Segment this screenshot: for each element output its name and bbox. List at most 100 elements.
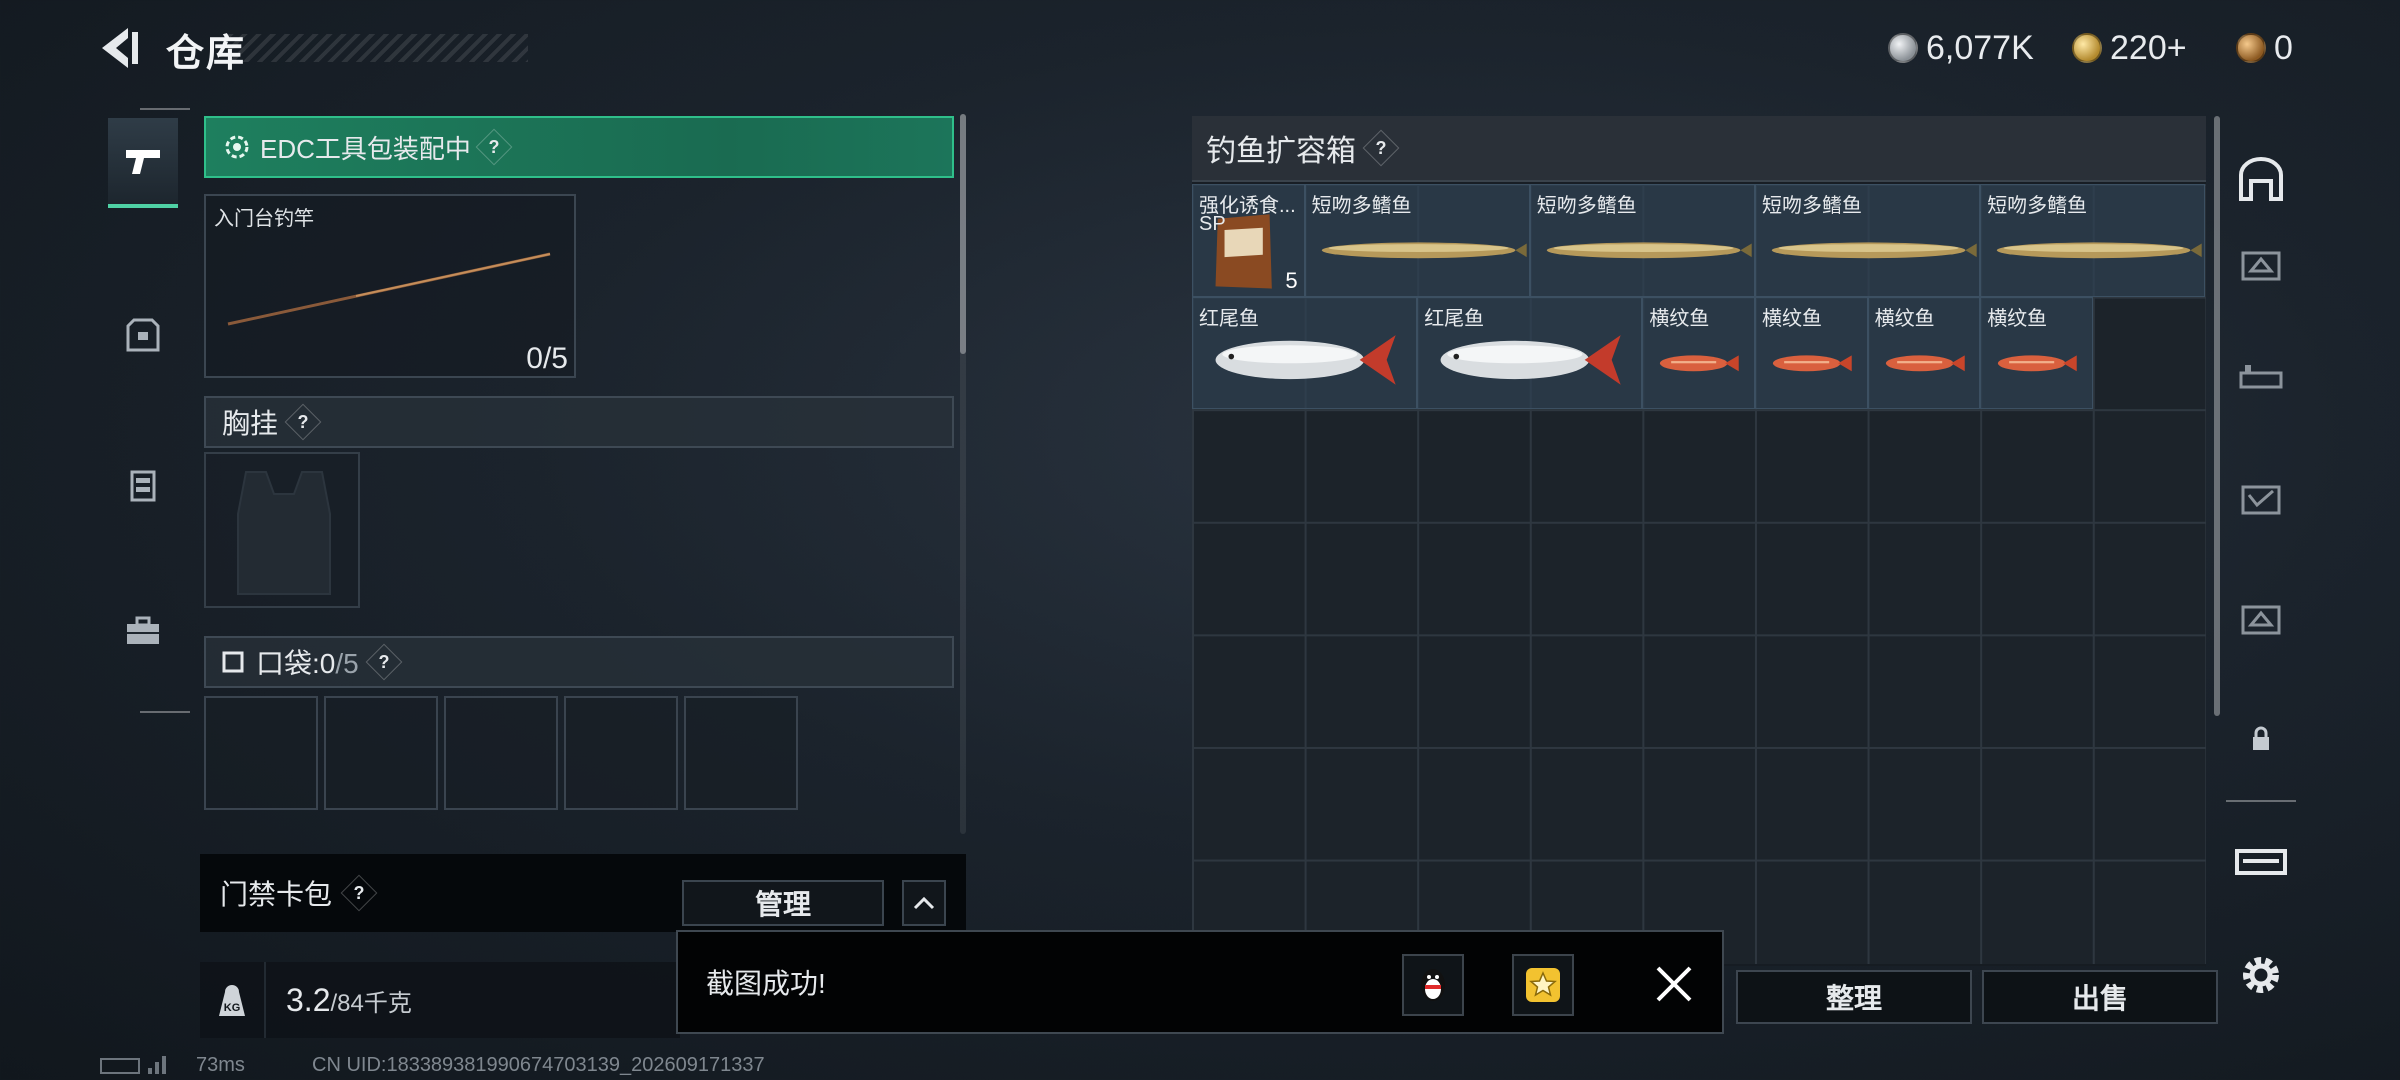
rail-keycard-tab[interactable] (2226, 816, 2296, 906)
currency-bronze-value: 0 (2274, 28, 2293, 67)
case-icon (2241, 605, 2281, 635)
warehouse-icon (2239, 157, 2283, 201)
back-button[interactable] (98, 24, 142, 72)
storage-item-name: 短吻多鳍鱼 (1762, 195, 1862, 217)
help-icon[interactable]: ? (475, 128, 513, 166)
storage-item-name: 横纹鱼 (1762, 307, 1822, 330)
storage-item[interactable]: 横纹鱼 (1980, 296, 2093, 410)
pocket-slot[interactable] (324, 696, 438, 810)
toast-close-button[interactable] (1650, 960, 1698, 1008)
bronze-coin-icon (2236, 33, 2266, 63)
storage-item[interactable]: 横纹鱼 (1755, 296, 1868, 410)
storage-item-name: 横纹鱼 (1987, 307, 2048, 330)
storage-item[interactable]: 短吻多鳍鱼 (1304, 184, 1530, 297)
manage-button[interactable]: 管理 (682, 880, 884, 926)
rail-case-tab-4[interactable] (2226, 574, 2296, 664)
edc-banner-label: EDC工具包装配中 (260, 133, 471, 164)
rail-case-tab-3[interactable] (2226, 454, 2296, 544)
storage-scrollbar[interactable] (2214, 116, 2220, 716)
weight-current: 3.2 (286, 981, 331, 1018)
page-title: 仓库 (166, 33, 247, 75)
nav-bag[interactable] (108, 586, 178, 676)
rod-durability: 0/5 (526, 342, 568, 375)
currency-bronze[interactable]: 0 (2236, 26, 2293, 70)
ping-text: 73ms (196, 1054, 245, 1076)
storage-item[interactable]: 短吻多鳍鱼 (1755, 184, 1981, 297)
settings-button[interactable] (2236, 950, 2286, 1000)
chest-rig-section: 胸挂 ? (204, 396, 954, 448)
weight-bar: KG 3.2/84千克 (200, 962, 680, 1038)
battery-icon (100, 1058, 140, 1074)
chest-rig-placeholder-icon (237, 471, 331, 595)
storage-item[interactable]: 短吻多鳍鱼 (1529, 184, 1755, 297)
close-icon (1656, 966, 1692, 1002)
help-icon[interactable]: ? (365, 643, 403, 681)
toast-message: 截图成功! (706, 968, 826, 999)
help-icon[interactable]: ? (284, 403, 322, 441)
star-icon (1526, 968, 1560, 1002)
rail-storage-tab[interactable] (2226, 134, 2296, 224)
signal-icon (146, 1052, 170, 1076)
currency-gold[interactable]: 220+ (2072, 26, 2187, 70)
nav-chest-rig[interactable] (108, 440, 178, 530)
armor-vest-icon (126, 318, 160, 352)
screenshot-toast: 截图成功! (676, 930, 1724, 1034)
gear-cluster-icon (225, 135, 249, 159)
pocket-slot[interactable] (444, 696, 558, 810)
storage-item-name: 横纹鱼 (1649, 307, 1710, 330)
help-icon[interactable]: ? (1362, 129, 1400, 167)
collapse-button[interactable] (902, 880, 946, 926)
gold-coin-icon (2072, 33, 2102, 63)
chest-rig-label: 胸挂 (222, 408, 279, 439)
currency-silver[interactable]: 6,077K (1888, 26, 2034, 70)
pocket-slot[interactable] (684, 696, 798, 810)
nav-weapons[interactable] (108, 118, 178, 208)
storage-item[interactable]: 红尾鱼 (1417, 296, 1643, 410)
rail-case-tab-1[interactable] (2226, 220, 2296, 310)
currency-silver-value: 6,077K (1926, 28, 2034, 67)
storage-header: 钓鱼扩容箱 ? (1192, 116, 2206, 182)
pocket-label: 口袋: (256, 648, 320, 679)
weight-kg-icon: KG (200, 962, 266, 1038)
storage-item[interactable]: 红尾鱼 (1192, 296, 1418, 410)
case-icon (2241, 251, 2281, 281)
title-decoration (228, 34, 528, 62)
storage-item-subtitle: SP (1199, 213, 1226, 235)
help-icon[interactable]: ? (340, 874, 378, 912)
storage-item-name: 横纹鱼 (1874, 307, 1935, 330)
storage-item[interactable]: 横纹鱼 (1642, 296, 1755, 410)
pocket-section: 口袋:0/5 ? (204, 636, 954, 688)
rail-case-tab-2[interactable] (2226, 334, 2296, 424)
chest-rig-slot[interactable] (204, 452, 360, 608)
keycard-label: 门禁卡包 (220, 879, 333, 910)
chevron-up-icon (913, 896, 935, 910)
pocket-capacity: /5 (335, 648, 359, 679)
sort-button[interactable]: 整理 (1736, 970, 1972, 1024)
uid-text: CN UID:1833893819906747031​39_2026091713… (312, 1054, 765, 1076)
gear-icon (2243, 957, 2279, 993)
nav-armor[interactable] (108, 290, 178, 380)
pocket-slot[interactable] (564, 696, 678, 810)
storage-item[interactable]: 强化诱食... SP 5 (1192, 184, 1305, 297)
storage-grid[interactable]: 强化诱食... SP 5 短吻多鳍鱼 短吻多鳍鱼 短吻多鳍鱼 短吻多鳍鱼 红尾鱼 红… (1192, 184, 2206, 964)
rail-locked-slot (2226, 694, 2296, 784)
storage-item-name: 短吻多鳍鱼 (1311, 195, 1412, 217)
storage-title: 钓鱼扩容箱 (1206, 135, 1356, 168)
rifle-case-icon (2239, 365, 2283, 389)
weight-max: /84千克 (330, 989, 412, 1017)
fishing-rod-slot[interactable]: 入门台钓竿 0/5 (204, 194, 576, 378)
storage-item[interactable]: 短吻多鳍鱼 (1980, 184, 2206, 297)
edc-banner[interactable]: EDC工具包装配中 ? (204, 116, 954, 178)
share-qq-button[interactable] (1402, 954, 1464, 1016)
storage-item-count: 5 (1285, 267, 1298, 293)
share-favorite-button[interactable] (1512, 954, 1574, 1016)
pocket-count: 0 (319, 648, 336, 679)
equipment-scrollbar[interactable] (960, 114, 966, 354)
currency-gold-value: 220+ (2110, 28, 2187, 67)
pocket-slot[interactable] (204, 696, 318, 810)
storage-item-name: 短吻多鳍鱼 (1536, 195, 1637, 217)
sell-button[interactable]: 出售 (1982, 970, 2218, 1024)
storage-item[interactable]: 横纹鱼 (1867, 296, 1981, 410)
silver-coin-icon (1888, 33, 1918, 63)
pocket-square-icon (222, 651, 244, 673)
